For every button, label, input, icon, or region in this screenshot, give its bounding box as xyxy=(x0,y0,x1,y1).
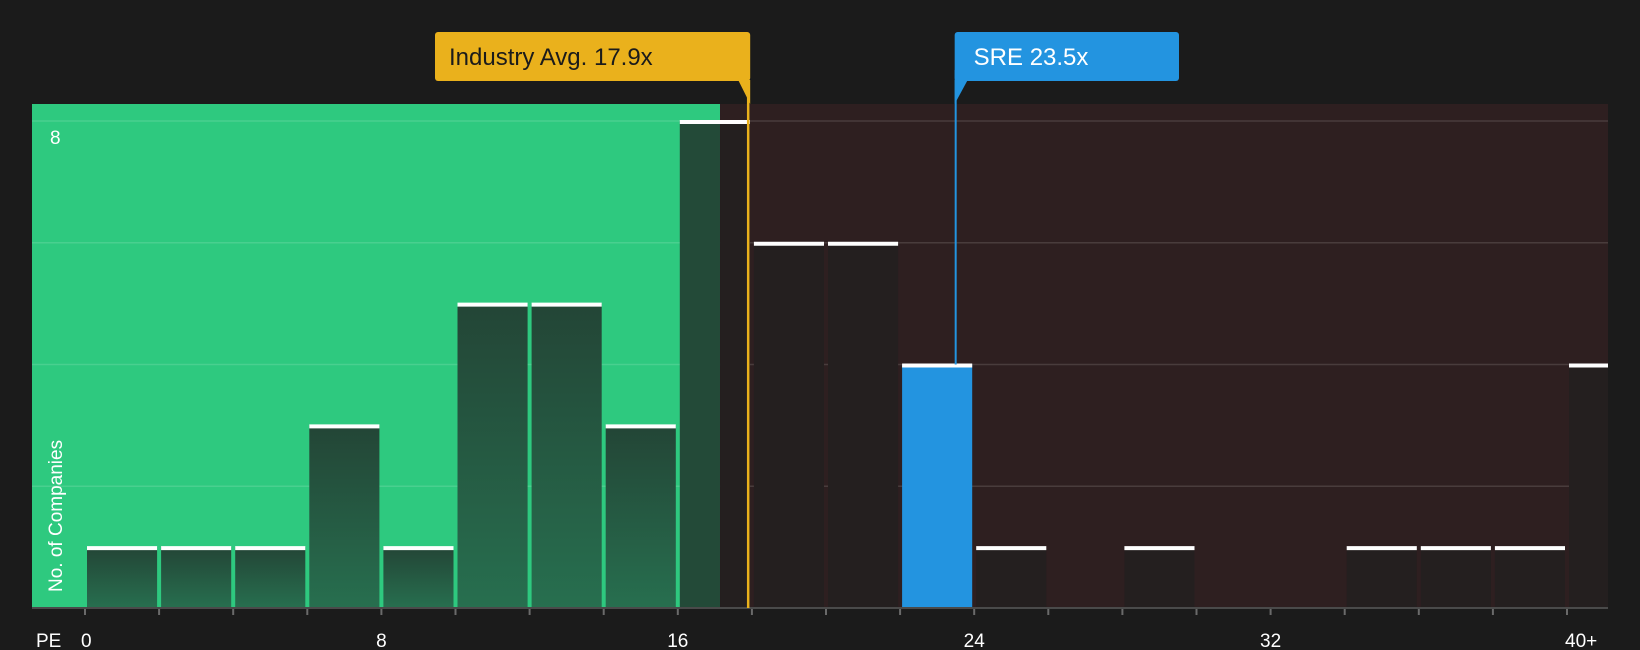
x-tick-label-16: 16 xyxy=(667,631,688,650)
company-pe-label: SRE 23.5x xyxy=(974,44,1089,71)
bar-pe-12-14 xyxy=(531,303,602,608)
bar-pe-36-38 xyxy=(1420,547,1491,608)
bar-cap-40 xyxy=(1569,363,1608,368)
bar-cap-0 xyxy=(87,546,158,551)
bar-pe-38-40 xyxy=(1494,547,1565,608)
x-axis-ticks xyxy=(84,608,1568,615)
bar-pe-4-6 xyxy=(235,547,306,608)
x-tick-labels: 0 8 16 24 32 40+ xyxy=(81,631,1597,650)
bar-pe-16-18 xyxy=(679,121,721,608)
bar-cap-12 xyxy=(531,302,602,307)
bar-pe-8-10 xyxy=(383,547,454,608)
bar-cap-38 xyxy=(1494,546,1565,551)
bar-cap-24 xyxy=(976,546,1047,551)
bar-pe-20-22 xyxy=(828,242,899,608)
x-tick-label-0: 0 xyxy=(81,631,92,650)
bar-cap-4 xyxy=(235,546,306,551)
bar-pe-22-24 xyxy=(902,364,973,608)
bar-cap-8 xyxy=(383,546,454,551)
bar-cap-22 xyxy=(902,363,973,368)
bar-pe-24-26 xyxy=(976,547,1047,608)
bar-pe-40-42 xyxy=(1569,364,1608,608)
bar-cap-6 xyxy=(309,424,380,429)
x-tick-label-40plus: 40+ xyxy=(1565,631,1597,650)
industry-avg-label: Industry Avg. 17.9x xyxy=(449,44,653,71)
bar-pe-0-2 xyxy=(87,547,158,608)
bar-cap-10 xyxy=(457,302,528,307)
industry-avg-pointer xyxy=(738,80,751,104)
y-tick-label-8: 8 xyxy=(50,128,61,149)
bar-cap-18 xyxy=(753,241,824,246)
bar-cap-28 xyxy=(1124,546,1195,551)
pe-distribution-chart: Industry Avg. 17.9x SRE 23.5x 8 No. of C… xyxy=(32,32,1608,650)
bar-pe-10-12 xyxy=(457,303,528,608)
x-axis-title: PE xyxy=(36,631,61,650)
bar-pe-2-4 xyxy=(161,547,232,608)
bar-pe-34-36 xyxy=(1346,547,1417,608)
x-tick-label-32: 32 xyxy=(1260,631,1281,650)
bar-cap-16 xyxy=(679,120,750,124)
bar-pe-16-18-overflow xyxy=(720,121,750,608)
bar-pe-18-20 xyxy=(753,242,824,608)
bar-cap-34 xyxy=(1346,546,1417,551)
y-axis-title: No. of Companies xyxy=(46,440,67,592)
bar-cap-20 xyxy=(828,241,899,246)
bar-cap-36 xyxy=(1420,546,1491,551)
bar-cap-2 xyxy=(161,546,232,551)
x-tick-label-8: 8 xyxy=(376,631,387,650)
bar-pe-14-16 xyxy=(605,425,676,608)
x-tick-label-24: 24 xyxy=(964,631,986,650)
bar-pe-6-8 xyxy=(309,425,380,608)
bar-pe-28-30 xyxy=(1124,547,1195,608)
bar-cap-14 xyxy=(605,424,676,429)
